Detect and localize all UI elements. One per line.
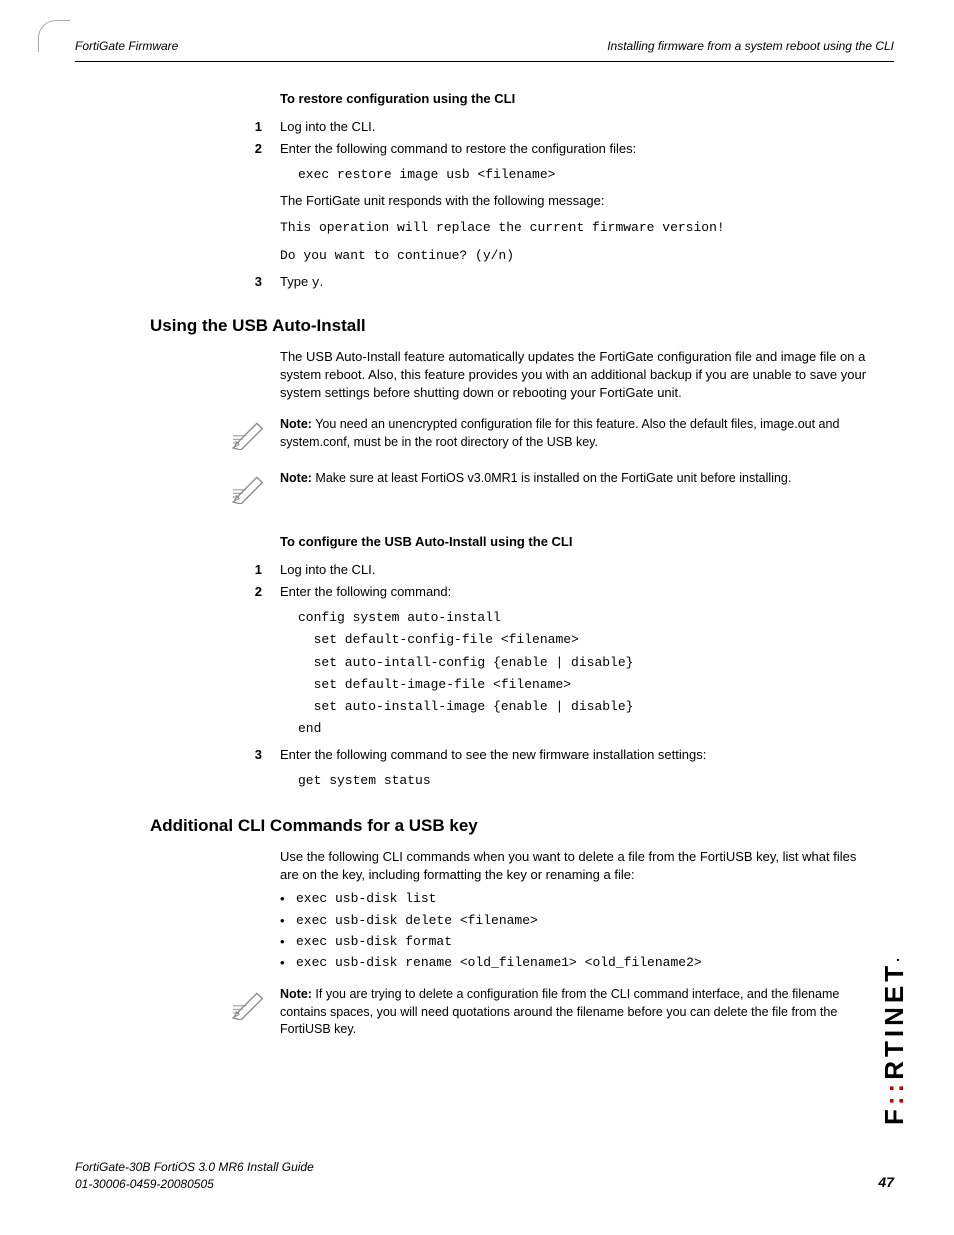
step-row: 1 Log into the CLI. [75, 561, 894, 579]
bullet-dot: • [280, 912, 296, 930]
footer-docid: 01-30006-0459-20080505 [75, 1176, 314, 1193]
step-text: Enter the following command to see the n… [280, 746, 894, 764]
step-number: 1 [240, 561, 280, 579]
note-label: Note: [280, 471, 312, 485]
step-text: Log into the CLI. [280, 118, 894, 136]
note-icon [230, 986, 266, 1025]
list-item: •exec usb-disk delete <filename> [280, 912, 894, 930]
step-row: 3 Type y. [75, 273, 894, 292]
step-text: Log into the CLI. [280, 561, 894, 579]
step-number: 3 [240, 746, 280, 764]
note-body: If you are trying to delete a configurat… [280, 987, 839, 1036]
note-icon [230, 470, 266, 509]
note-label: Note: [280, 417, 312, 431]
code-line: get system status [298, 770, 894, 792]
note-text: Note: You need an unencrypted configurat… [280, 416, 874, 451]
note-text: Note: If you are trying to delete a conf… [280, 986, 874, 1039]
restore-subheading: To restore configuration using the CLI [280, 90, 894, 108]
note-block: Note: You need an unencrypted configurat… [230, 416, 874, 455]
note-icon [230, 416, 266, 455]
running-header: FortiGate Firmware Installing firmware f… [75, 38, 894, 62]
page-corner-decoration [38, 20, 70, 52]
additional-cli-heading: Additional CLI Commands for a USB key [150, 814, 894, 838]
body-paragraph: Use the following CLI commands when you … [280, 848, 874, 884]
step-text: Enter the following command to restore t… [280, 140, 894, 158]
header-left: FortiGate Firmware [75, 38, 178, 55]
note-block: Note: If you are trying to delete a conf… [230, 986, 874, 1039]
footer-title: FortiGate-30B FortiOS 3.0 MR6 Install Gu… [75, 1159, 314, 1176]
bullet-code: exec usb-disk list [296, 890, 436, 908]
bullet-dot: • [280, 954, 296, 972]
bullet-dot: • [280, 890, 296, 908]
note-body: Make sure at least FortiOS v3.0MR1 is in… [312, 471, 791, 485]
code-block: config system auto-install set default-c… [298, 607, 894, 740]
note-block: Note: Make sure at least FortiOS v3.0MR1… [230, 470, 874, 509]
step-text: Type y. [280, 273, 894, 292]
fortinet-logo: F::RTINET. [876, 954, 912, 1125]
bullet-code: exec usb-disk format [296, 933, 452, 951]
step-row: 2 Enter the following command: [75, 583, 894, 601]
usb-autoinstall-heading: Using the USB Auto-Install [150, 314, 894, 338]
bullet-dot: • [280, 933, 296, 951]
step-number: 3 [240, 273, 280, 292]
code-line: Do you want to continue? (y/n) [280, 245, 894, 267]
step-number: 2 [240, 140, 280, 158]
step3-pre: Type [280, 274, 312, 289]
step-row: 3 Enter the following command to see the… [75, 746, 894, 764]
list-item: •exec usb-disk format [280, 933, 894, 951]
code-line: exec restore image usb <filename> [298, 164, 894, 186]
bullet-code: exec usb-disk rename <old_filename1> <ol… [296, 954, 702, 972]
step-number: 2 [240, 583, 280, 601]
note-body: You need an unencrypted configuration fi… [280, 417, 839, 449]
page-content: FortiGate Firmware Installing firmware f… [0, 0, 954, 1039]
main-content: To restore configuration using the CLI 1… [75, 90, 894, 1039]
step-row: 2 Enter the following command to restore… [75, 140, 894, 158]
response-intro: The FortiGate unit responds with the fol… [280, 192, 874, 210]
note-label: Note: [280, 987, 312, 1001]
step-row: 1 Log into the CLI. [75, 118, 894, 136]
footer-left: FortiGate-30B FortiOS 3.0 MR6 Install Gu… [75, 1159, 314, 1193]
bullet-code: exec usb-disk delete <filename> [296, 912, 538, 930]
configure-subheading: To configure the USB Auto-Install using … [280, 533, 894, 551]
step3-post: . [320, 274, 324, 289]
list-item: •exec usb-disk rename <old_filename1> <o… [280, 954, 894, 972]
step-number: 1 [240, 118, 280, 136]
code-line: This operation will replace the current … [280, 217, 894, 239]
body-paragraph: The USB Auto-Install feature automatical… [280, 348, 874, 403]
inline-code: y [312, 275, 320, 290]
page-footer: FortiGate-30B FortiOS 3.0 MR6 Install Gu… [75, 1159, 894, 1193]
header-right: Installing firmware from a system reboot… [607, 38, 894, 55]
note-text: Note: Make sure at least FortiOS v3.0MR1… [280, 470, 874, 488]
page-number: 47 [878, 1173, 894, 1193]
bullet-list: •exec usb-disk list •exec usb-disk delet… [280, 890, 894, 972]
step-text: Enter the following command: [280, 583, 894, 601]
list-item: •exec usb-disk list [280, 890, 894, 908]
